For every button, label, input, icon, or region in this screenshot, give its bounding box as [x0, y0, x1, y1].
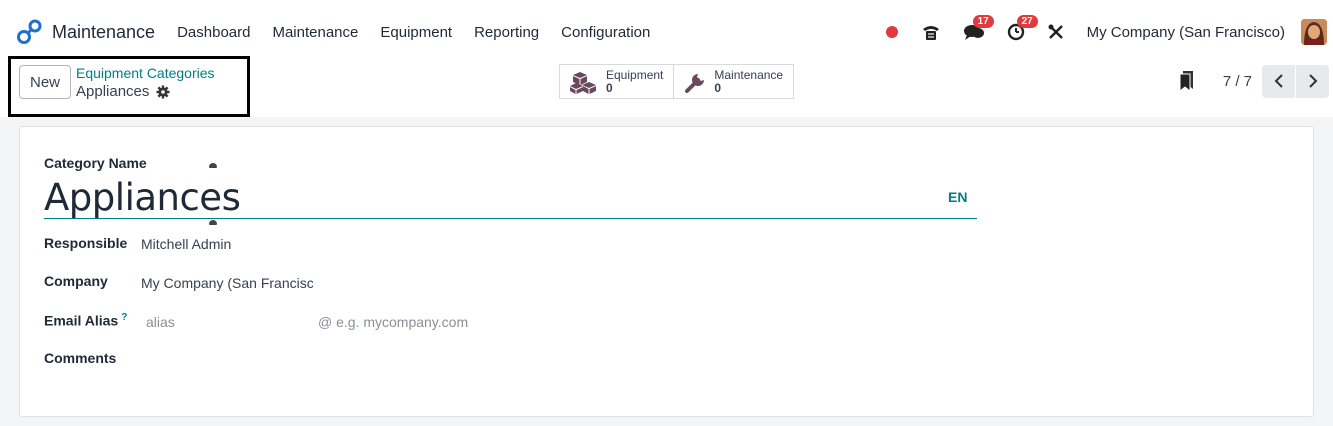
- app-name: Maintenance: [52, 21, 156, 42]
- email-alias-label: Email Alias?: [44, 312, 127, 329]
- equipment-smart-label: Equipment: [606, 67, 664, 82]
- activities-badge: 27: [1016, 15, 1038, 28]
- category-name-input[interactable]: Appliances: [44, 176, 241, 219]
- language-button[interactable]: EN: [948, 189, 967, 205]
- menu-reporting[interactable]: Reporting: [474, 24, 539, 41]
- responsible-field[interactable]: Mitchell Admin: [141, 236, 231, 252]
- pager-area: 7 / 7: [1179, 64, 1333, 98]
- bookmark-icon[interactable]: [1179, 71, 1195, 91]
- menu-dashboard[interactable]: Dashboard: [177, 24, 250, 41]
- top-navbar: Maintenance Dashboard Maintenance Equipm…: [0, 7, 1333, 57]
- company-switcher[interactable]: My Company (San Francisco): [1087, 24, 1285, 41]
- chevron-left-icon: [1274, 74, 1283, 88]
- email-alias-label-text: Email Alias: [44, 312, 119, 329]
- smart-buttons: Equipment 0 Maintenance 0: [559, 64, 795, 99]
- recording-icon[interactable]: [885, 25, 899, 39]
- maintenance-smart-button[interactable]: Maintenance 0: [674, 64, 795, 99]
- comments-label: Comments: [44, 350, 117, 366]
- equipment-smart-count: 0: [606, 80, 613, 95]
- form-sheet: [19, 126, 1314, 417]
- app-brand[interactable]: Maintenance: [16, 19, 155, 45]
- maintenance-smart-label: Maintenance: [714, 67, 784, 82]
- menu-configuration[interactable]: Configuration: [561, 24, 650, 41]
- company-label: Company: [44, 273, 108, 289]
- resize-handle-top-icon: [209, 163, 217, 168]
- wrench-icon: [685, 73, 705, 93]
- email-domain-field[interactable]: @ e.g. mycompany.com: [318, 314, 468, 330]
- menu-equipment[interactable]: Equipment: [380, 24, 452, 41]
- category-name-underline: [44, 218, 977, 219]
- main-menu: Dashboard Maintenance Equipment Reportin…: [177, 24, 672, 41]
- pager-next-button[interactable]: [1296, 64, 1329, 98]
- phone-icon[interactable]: [921, 23, 941, 41]
- equipment-smart-button[interactable]: Equipment 0: [559, 64, 675, 99]
- messages-icon[interactable]: 17: [963, 15, 994, 41]
- company-field[interactable]: My Company (San Francisc: [141, 275, 313, 291]
- chevron-right-icon: [1308, 74, 1317, 88]
- category-name-label: Category Name: [44, 155, 147, 171]
- highlight-annotation-box: [8, 56, 250, 117]
- maintenance-smart-count: 0: [714, 80, 722, 95]
- debug-tools-icon[interactable]: [1047, 23, 1065, 41]
- systray: 17 27 My Company (San Francisco): [885, 7, 1333, 57]
- messages-badge: 17: [972, 15, 994, 28]
- email-alias-input[interactable]: alias: [146, 314, 175, 330]
- user-avatar[interactable]: [1301, 19, 1327, 45]
- maintenance-app-icon: [17, 19, 42, 44]
- cubes-icon: [570, 71, 596, 94]
- menu-maintenance[interactable]: Maintenance: [272, 24, 358, 41]
- pager-previous-button[interactable]: [1262, 64, 1295, 98]
- help-tooltip-icon[interactable]: ?: [121, 312, 127, 323]
- responsible-label: Responsible: [44, 235, 128, 251]
- resize-handle-bottom-icon: [209, 220, 217, 225]
- activities-icon[interactable]: 27: [1007, 15, 1038, 41]
- pager-value[interactable]: 7 / 7: [1223, 73, 1252, 90]
